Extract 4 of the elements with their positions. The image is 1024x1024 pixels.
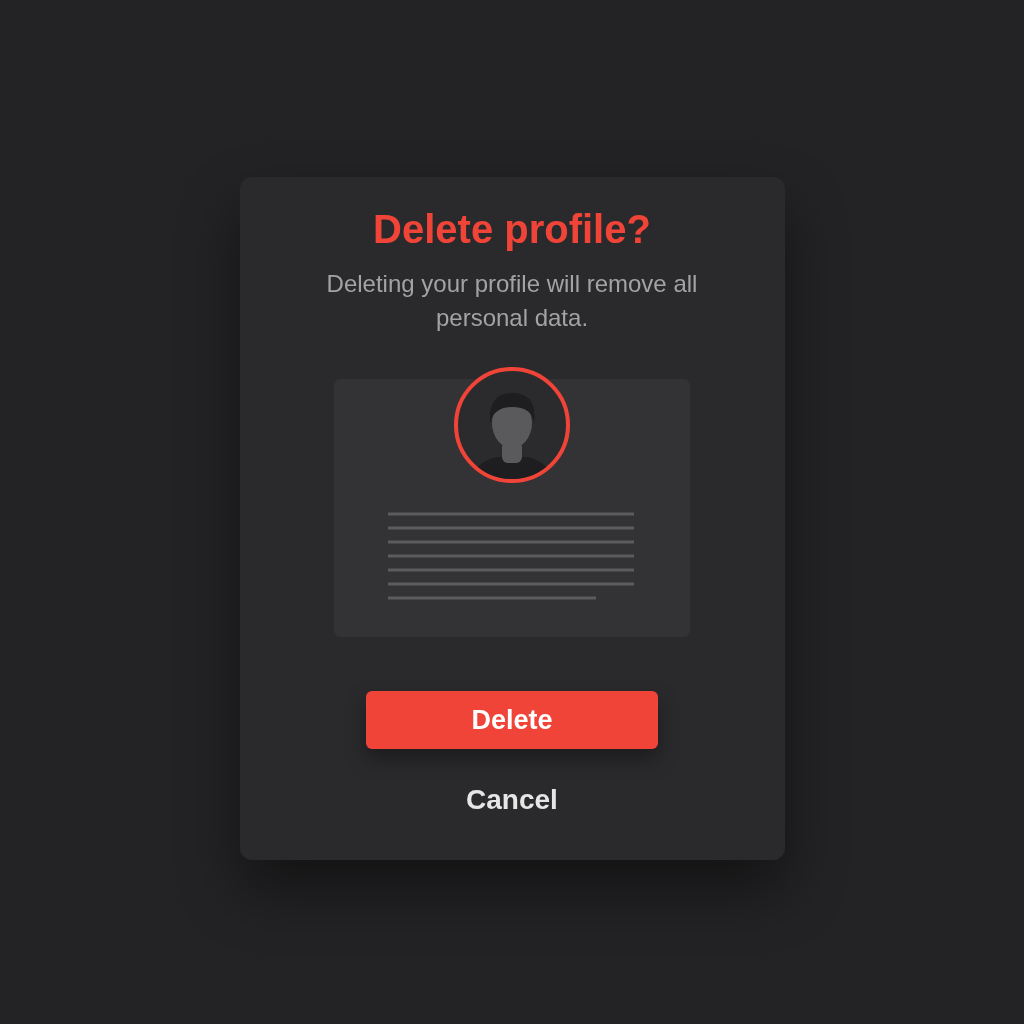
delete-button[interactable]: Delete [366,691,658,749]
dialog-message: Deleting your profile will remove all personal data. [325,269,699,333]
cancel-button[interactable]: Cancel [466,779,558,821]
dialog-title: Delete profile? [373,206,651,253]
